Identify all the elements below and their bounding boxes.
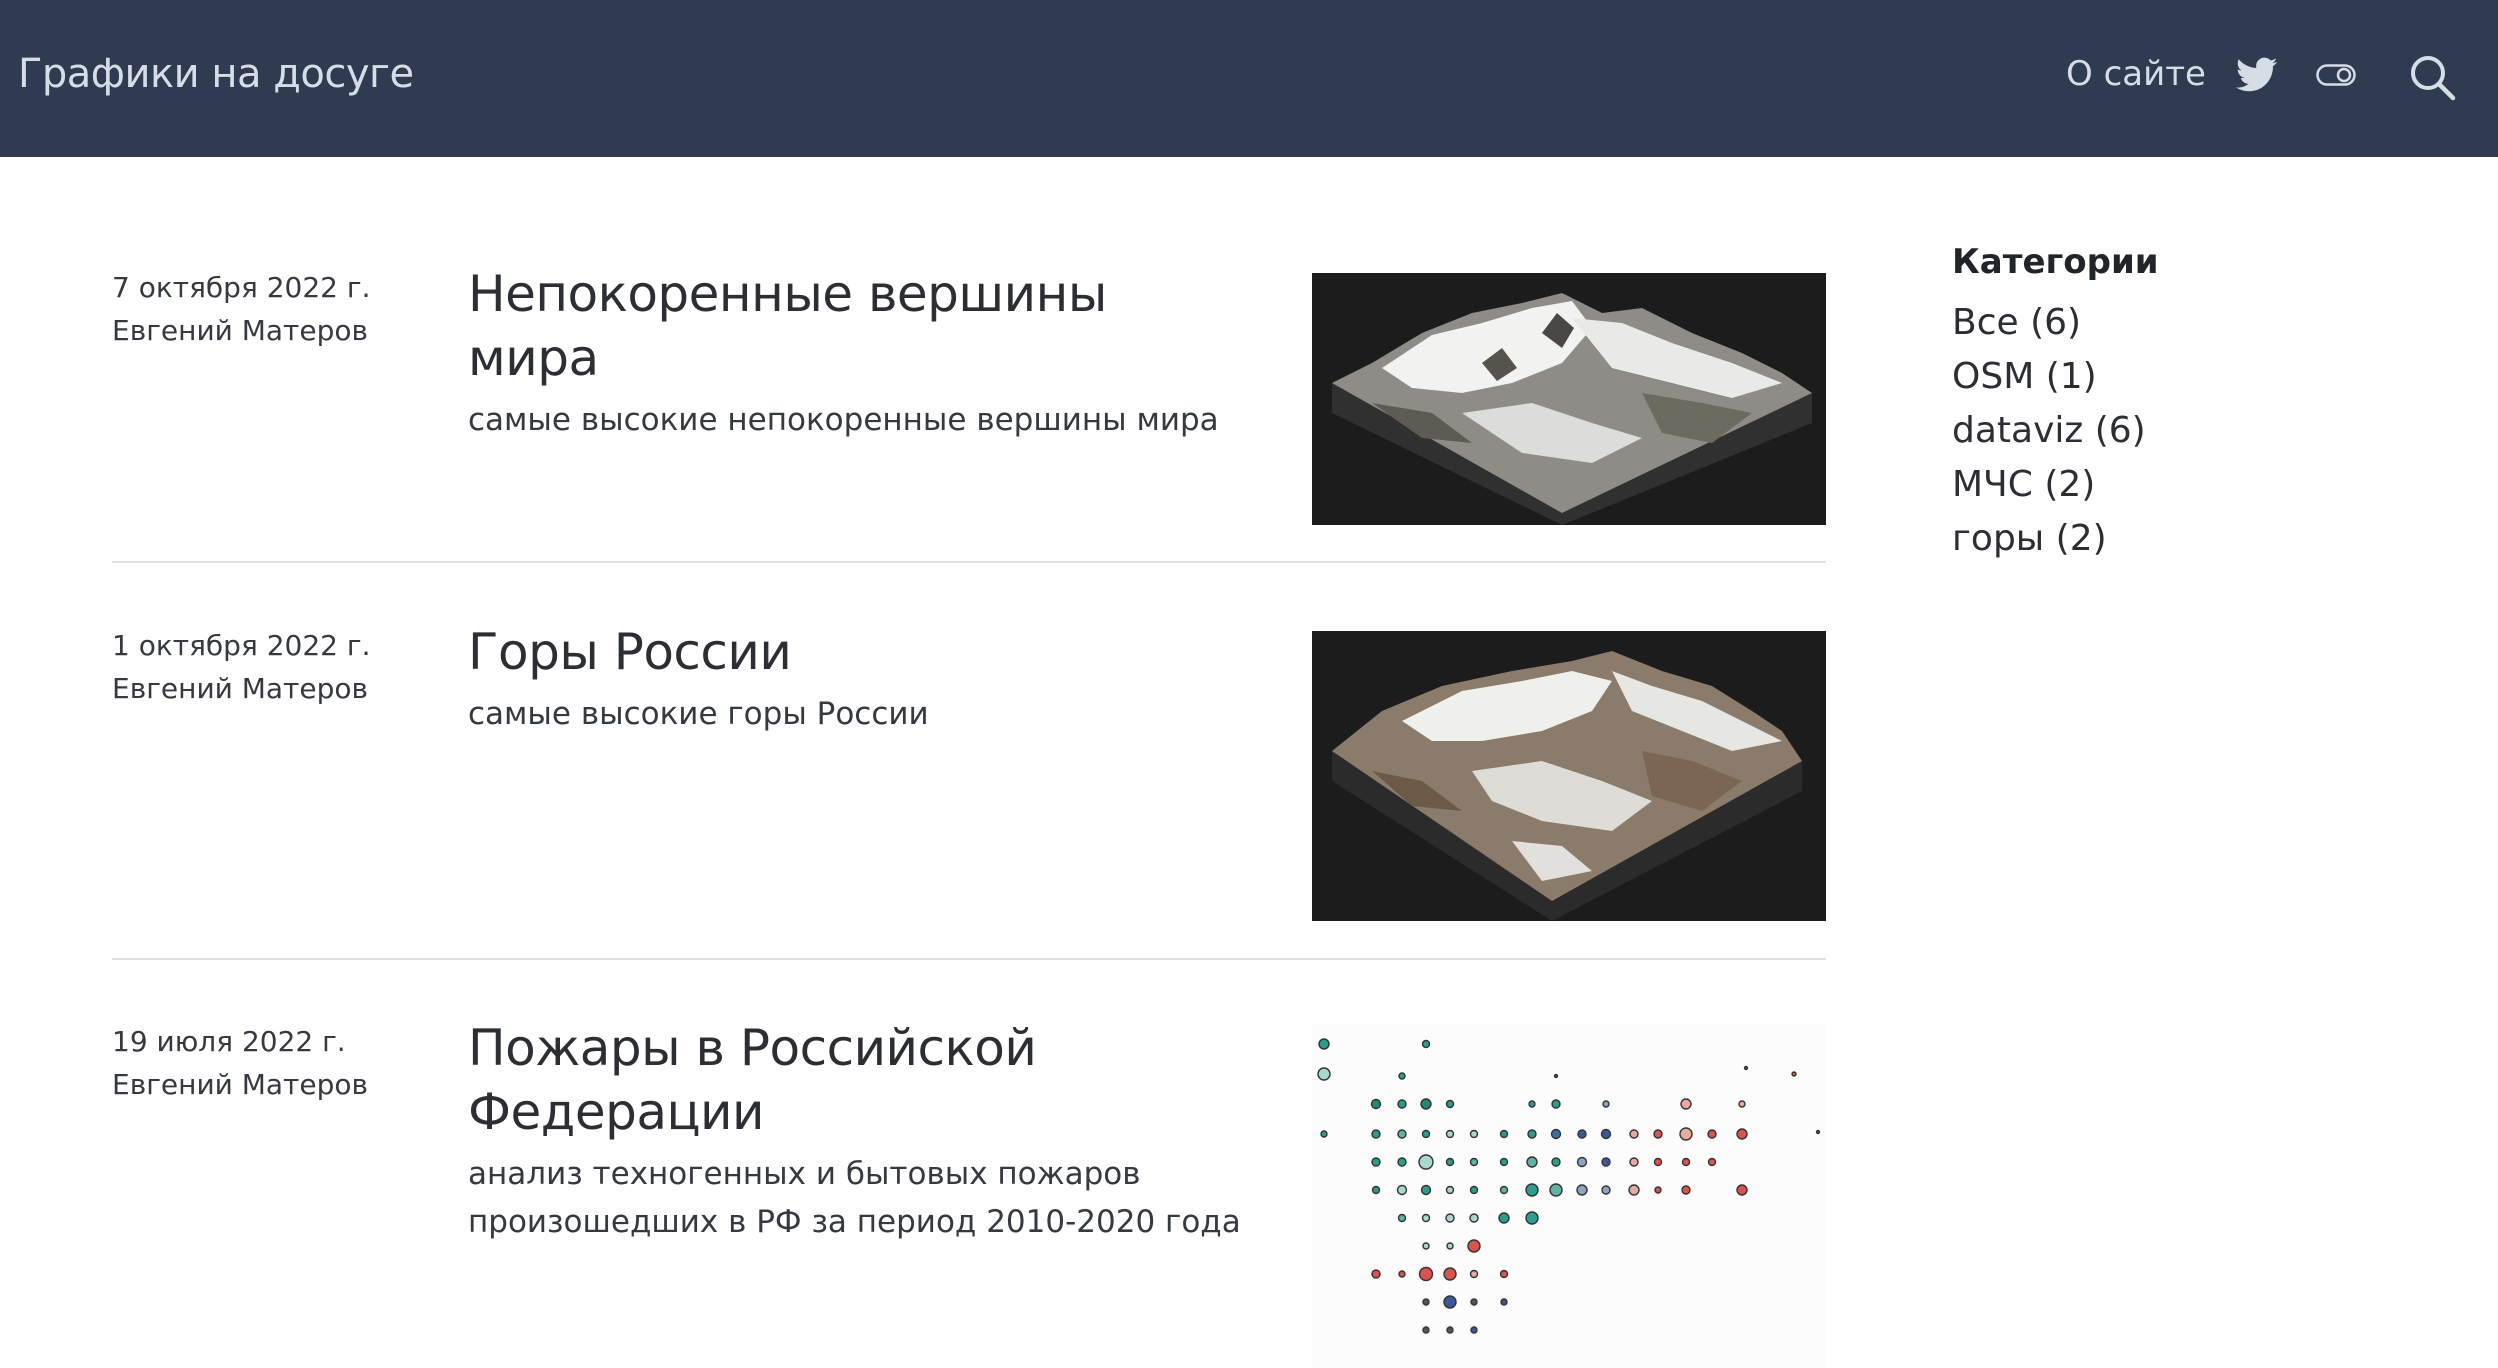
nav-about-link[interactable]: О сайте bbox=[2066, 50, 2206, 98]
post-author: Евгений Матеров bbox=[112, 1068, 368, 1101]
categories-title: Категории bbox=[1952, 242, 2159, 282]
post-author: Евгений Матеров bbox=[112, 672, 368, 705]
category-all[interactable]: Все (6) bbox=[1952, 296, 2452, 350]
post-title[interactable]: Непокоренные вершины мира bbox=[468, 262, 1248, 390]
post-date: 1 октября 2022 г. bbox=[112, 629, 371, 662]
divider bbox=[112, 958, 1826, 960]
post-card[interactable]: 19 июля 2022 г. Евгений Матеров Пожары в… bbox=[112, 1019, 1826, 1368]
post-meta: 7 октября 2022 г. Евгений Матеров bbox=[112, 266, 412, 352]
categories-sidebar: Категории Все (6) OSM (1) dataviz (6) МЧ… bbox=[1952, 236, 2452, 566]
theme-toggle-icon[interactable] bbox=[2316, 64, 2356, 86]
category-mountains[interactable]: горы (2) bbox=[1952, 512, 2452, 566]
post-description: самые высокие горы России bbox=[468, 696, 929, 732]
post-date: 7 октября 2022 г. bbox=[112, 271, 371, 304]
search-icon[interactable] bbox=[2408, 53, 2456, 101]
twitter-icon[interactable] bbox=[2236, 57, 2278, 93]
post-card[interactable]: 7 октября 2022 г. Евгений Матеров Непоко… bbox=[112, 265, 1826, 566]
post-date: 19 июля 2022 г. bbox=[112, 1025, 346, 1058]
post-description: самые высокие непокоренные вершины мира bbox=[468, 402, 1219, 438]
post-thumbnail[interactable] bbox=[1312, 631, 1826, 921]
post-title[interactable]: Горы России bbox=[468, 620, 1248, 684]
post-card[interactable]: 1 октября 2022 г. Евгений Матеров Горы Р… bbox=[112, 623, 1826, 954]
category-osm[interactable]: OSM (1) bbox=[1952, 350, 2452, 404]
site-title[interactable]: Графики на досуге bbox=[18, 46, 414, 102]
category-mchs[interactable]: МЧС (2) bbox=[1952, 458, 2452, 512]
post-thumbnail[interactable] bbox=[1312, 273, 1826, 525]
post-meta: 19 июля 2022 г. Евгений Матеров bbox=[112, 1020, 412, 1106]
post-author: Евгений Матеров bbox=[112, 314, 368, 347]
post-thumbnail[interactable] bbox=[1312, 1024, 1826, 1368]
category-dataviz[interactable]: dataviz (6) bbox=[1952, 404, 2452, 458]
post-title[interactable]: Пожары в Российской Федерации bbox=[468, 1016, 1248, 1144]
post-description: анализ техногенных и бытовых пожаров про… bbox=[468, 1156, 1241, 1240]
top-navbar: Графики на досуге О сайте bbox=[0, 0, 2498, 157]
divider bbox=[112, 561, 1826, 563]
post-meta: 1 октября 2022 г. Евгений Матеров bbox=[112, 624, 412, 710]
